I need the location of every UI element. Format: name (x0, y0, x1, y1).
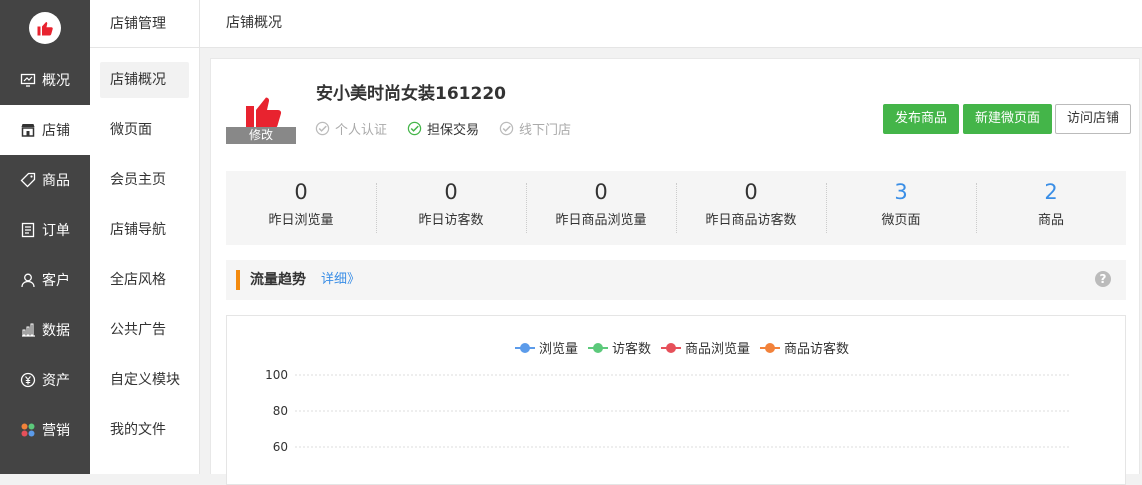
nav-item-orders[interactable]: 订单 (0, 205, 90, 255)
check-circle-icon (499, 121, 514, 136)
nav-item-label: 概况 (42, 73, 70, 89)
page-title-bar: 店铺概况 (200, 0, 1142, 48)
bar-chart-icon (22, 323, 35, 337)
subnav-item-micro-pages[interactable]: 微页面 (100, 112, 189, 148)
marketing-icon (21, 423, 35, 437)
subnav-item-store-style[interactable]: 全店风格 (100, 262, 189, 298)
stat-value: 0 (744, 180, 758, 204)
nav-item-label: 营销 (42, 423, 70, 439)
badge-label: 担保交易 (427, 123, 480, 138)
subnav-item-custom-modules[interactable]: 自定义模块 (100, 362, 189, 398)
main-nav: 概况 店铺 商品 订单 客户 数据 资产 营销 (0, 0, 90, 474)
stat-value: 0 (444, 180, 458, 204)
customer-icon (21, 273, 35, 288)
check-circle-icon (407, 121, 422, 136)
shop-badges: 个人认证 担保交易 线下门店 (315, 119, 591, 138)
traffic-trend-header: 流量趋势 详细》 ? (226, 260, 1126, 300)
subnav-item-public-ads[interactable]: 公共广告 (100, 312, 189, 348)
stat-value: 0 (294, 180, 308, 204)
legend-item-visitors[interactable]: 访客数 (588, 338, 651, 357)
stat-label: 商品 (1037, 213, 1064, 228)
subnav-title: 店铺管理 (90, 0, 199, 48)
overview-icon (20, 73, 36, 87)
y-tick-label: 100 (265, 368, 288, 382)
visit-store-button[interactable]: 访问店铺 (1055, 104, 1132, 134)
legend-swatch (588, 342, 609, 353)
stat-products[interactable]: 2 商品 (976, 171, 1126, 245)
app-logo[interactable] (0, 0, 90, 55)
stat-value[interactable]: 3 (826, 180, 976, 204)
traffic-trend-detail-link[interactable]: 详细》 (321, 270, 360, 290)
order-icon (21, 222, 35, 238)
stat-yesterday-product-visitors: 0 昨日商品访客数 (676, 171, 826, 245)
traffic-trend-title: 流量趋势 (250, 272, 306, 288)
legend-label: 浏览量 (539, 342, 579, 357)
subnav-item-member-home[interactable]: 会员主页 (100, 162, 189, 198)
stat-value[interactable]: 2 (976, 180, 1126, 204)
stat-yesterday-product-views: 0 昨日商品浏览量 (526, 171, 676, 245)
store-overview-panel: 修改 安小美时尚女装161220 个人认证 担保交易 线下门店 发布商品 新建微… (210, 58, 1140, 485)
subnav-item-store-navigation[interactable]: 店铺导航 (100, 212, 189, 248)
legend-label: 访客数 (612, 342, 652, 357)
legend-swatch (760, 342, 781, 353)
badge-personal-verification[interactable]: 个人认证 (315, 119, 387, 138)
nav-item-data[interactable]: 数据 (0, 305, 90, 355)
nav-item-label: 客户 (42, 273, 70, 289)
check-circle-icon (315, 121, 330, 136)
page-title: 店铺概况 (226, 15, 282, 31)
nav-item-label: 资产 (42, 373, 70, 389)
nav-item-overview[interactable]: 概况 (0, 55, 90, 105)
legend-label: 商品浏览量 (685, 342, 751, 357)
legend-label: 商品访客数 (784, 342, 850, 357)
traffic-trend-chart: 100 80 60 浏览量 访客数 商品浏览量 商品访客数 (226, 315, 1126, 485)
store-subnav: 店铺管理 店铺概况 微页面 会员主页 店铺导航 全店风格 公共广告 自定义模块 … (90, 0, 200, 474)
y-tick-label: 60 (273, 440, 288, 454)
y-tick-label: 80 (273, 404, 288, 418)
nav-item-label: 商品 (42, 173, 70, 189)
stat-yesterday-views: 0 昨日浏览量 (226, 171, 376, 245)
nav-item-products[interactable]: 商品 (0, 155, 90, 205)
section-marker (236, 270, 240, 290)
stats-summary: 0 昨日浏览量 0 昨日访客数 0 昨日商品浏览量 0 昨日商品访客数 3 微页… (226, 171, 1126, 245)
new-micro-page-button[interactable]: 新建微页面 (963, 104, 1053, 134)
subnav-item-my-files[interactable]: 我的文件 (100, 412, 189, 448)
nav-item-assets[interactable]: 资产 (0, 355, 90, 405)
publish-product-button[interactable]: 发布商品 (883, 104, 960, 134)
shop-logo[interactable]: 修改 (226, 86, 296, 144)
nav-item-label: 店铺 (42, 123, 70, 139)
nav-item-marketing[interactable]: 营销 (0, 405, 90, 455)
thumbs-up-icon (37, 21, 53, 35)
nav-item-label: 数据 (42, 323, 70, 339)
stat-label: 昨日商品访客数 (705, 213, 797, 228)
stat-label: 昨日浏览量 (268, 213, 334, 228)
chart-legend: 浏览量 访客数 商品浏览量 商品访客数 (515, 338, 859, 357)
badge-label: 个人认证 (335, 123, 388, 138)
yuan-icon (20, 372, 36, 388)
nav-item-customers[interactable]: 客户 (0, 255, 90, 305)
logo-edit-button[interactable]: 修改 (226, 127, 296, 144)
legend-swatch (661, 342, 682, 353)
legend-item-product-views[interactable]: 商品浏览量 (661, 338, 750, 357)
tag-icon (20, 172, 36, 188)
help-icon[interactable]: ? (1095, 271, 1111, 287)
store-icon (21, 124, 35, 137)
legend-item-views[interactable]: 浏览量 (515, 338, 578, 357)
badge-guaranteed-trade[interactable]: 担保交易 (407, 119, 479, 138)
badge-offline-store[interactable]: 线下门店 (499, 119, 571, 138)
stat-label: 昨日商品浏览量 (555, 213, 647, 228)
shop-name: 安小美时尚女装161220 (316, 84, 506, 104)
nav-item-store[interactable]: 店铺 (0, 105, 90, 155)
legend-swatch (515, 342, 535, 353)
nav-item-label: 订单 (42, 223, 70, 239)
stat-label: 昨日访客数 (418, 213, 484, 228)
subnav-item-store-overview[interactable]: 店铺概况 (100, 62, 189, 98)
stat-label: 微页面 (881, 213, 921, 228)
legend-item-product-visitors[interactable]: 商品访客数 (760, 338, 849, 357)
badge-label: 线下门店 (519, 123, 572, 138)
stat-micro-pages[interactable]: 3 微页面 (826, 171, 976, 245)
stat-value: 0 (594, 180, 608, 204)
stat-yesterday-visitors: 0 昨日访客数 (376, 171, 526, 245)
